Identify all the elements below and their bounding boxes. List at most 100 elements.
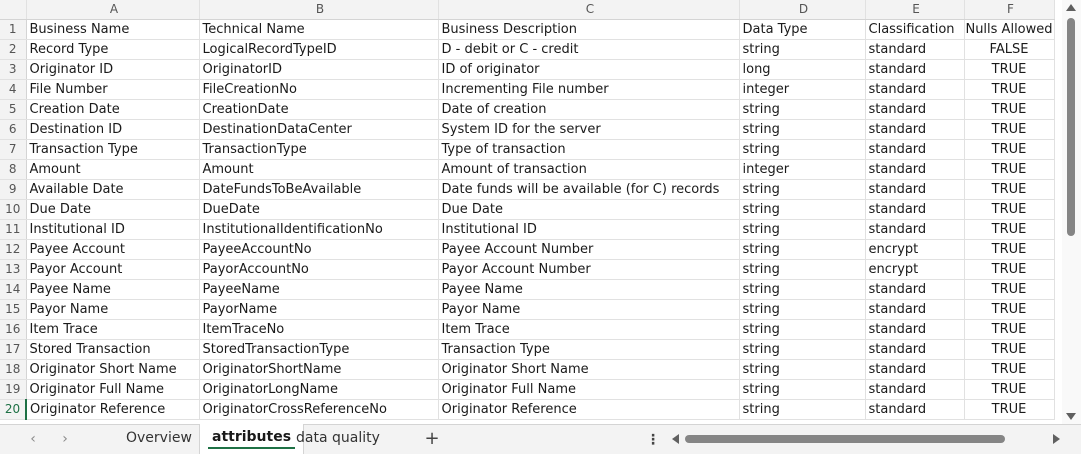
cell-b9[interactable]: DateFundsToBeAvailable xyxy=(199,179,439,200)
cell-a6[interactable]: Destination ID xyxy=(26,119,200,140)
cell-c15[interactable]: Payor Name xyxy=(438,299,740,320)
cell-c5[interactable]: Date of creation xyxy=(438,99,740,120)
cell-b3[interactable]: OriginatorID xyxy=(199,59,439,80)
cell-f18[interactable]: TRUE xyxy=(964,359,1055,380)
cell-d11[interactable]: string xyxy=(739,219,866,240)
cell-b14[interactable]: PayeeName xyxy=(199,279,439,300)
cell-b5[interactable]: CreationDate xyxy=(199,99,439,120)
column-header-e[interactable]: E xyxy=(865,0,965,20)
cell-c18[interactable]: Originator Short Name xyxy=(438,359,740,380)
cell-d3[interactable]: long xyxy=(739,59,866,80)
cell-c7[interactable]: Type of transaction xyxy=(438,139,740,160)
cell-f19[interactable]: TRUE xyxy=(964,379,1055,400)
tab-data-quality[interactable]: data quality xyxy=(284,425,392,454)
cell-f2[interactable]: FALSE xyxy=(964,39,1055,60)
cell-d7[interactable]: string xyxy=(739,139,866,160)
column-header-d[interactable]: D xyxy=(739,0,866,20)
cell-f9[interactable]: TRUE xyxy=(964,179,1055,200)
row-header[interactable]: 12 xyxy=(0,239,27,260)
row-header[interactable]: 2 xyxy=(0,39,27,60)
cell-a15[interactable]: Payor Name xyxy=(26,299,200,320)
scroll-left-icon[interactable] xyxy=(672,434,679,444)
row-header[interactable]: 3 xyxy=(0,59,27,80)
cell-a17[interactable]: Stored Transaction xyxy=(26,339,200,360)
cell-a19[interactable]: Originator Full Name xyxy=(26,379,200,400)
row-header[interactable]: 16 xyxy=(0,319,27,340)
cell-e12[interactable]: encrypt xyxy=(865,239,965,260)
row-header[interactable]: 4 xyxy=(0,79,27,100)
cell-e4[interactable]: standard xyxy=(865,79,965,100)
cell-d15[interactable]: string xyxy=(739,299,866,320)
cell-b4[interactable]: FileCreationNo xyxy=(199,79,439,100)
cell-c13[interactable]: Payor Account Number xyxy=(438,259,740,280)
horizontal-scrollbar[interactable] xyxy=(668,429,1064,449)
column-header-a[interactable]: A xyxy=(26,0,200,20)
cell-f20[interactable]: TRUE xyxy=(964,399,1055,420)
spreadsheet-grid[interactable]: ABCDEF 1 Business Name Technical Name Busin… xyxy=(0,0,1062,424)
horizontal-scroll-thumb[interactable] xyxy=(685,435,1005,443)
row-header[interactable]: 6 xyxy=(0,119,27,140)
cell-a9[interactable]: Available Date xyxy=(26,179,200,200)
cell-f4[interactable]: TRUE xyxy=(964,79,1055,100)
cell-b16[interactable]: ItemTraceNo xyxy=(199,319,439,340)
cell-d17[interactable]: string xyxy=(739,339,866,360)
cell-a20[interactable]: Originator Reference xyxy=(26,399,200,420)
row-header[interactable]: 8 xyxy=(0,159,27,180)
cell-f10[interactable]: TRUE xyxy=(964,199,1055,220)
cell-e6[interactable]: standard xyxy=(865,119,965,140)
cell-a7[interactable]: Transaction Type xyxy=(26,139,200,160)
cell-b2[interactable]: LogicalRecordTypeID xyxy=(199,39,439,60)
cell-e3[interactable]: standard xyxy=(865,59,965,80)
cell-a2[interactable]: Record Type xyxy=(26,39,200,60)
select-all-corner[interactable] xyxy=(0,0,27,20)
row-header[interactable]: 9 xyxy=(0,179,27,200)
column-header-b[interactable]: B xyxy=(199,0,439,20)
cell-d5[interactable]: string xyxy=(739,99,866,120)
cell-c14[interactable]: Payee Name xyxy=(438,279,740,300)
cell-c6[interactable]: System ID for the server xyxy=(438,119,740,140)
cell-e11[interactable]: standard xyxy=(865,219,965,240)
cell-c16[interactable]: Item Trace xyxy=(438,319,740,340)
cell-c3[interactable]: ID of originator xyxy=(438,59,740,80)
cell-f8[interactable]: TRUE xyxy=(964,159,1055,180)
cell-c4[interactable]: Incrementing File number xyxy=(438,79,740,100)
more-options-icon[interactable]: ⋮ xyxy=(646,429,660,451)
cell-a18[interactable]: Originator Short Name xyxy=(26,359,200,380)
cell-b13[interactable]: PayorAccountNo xyxy=(199,259,439,280)
cell-a8[interactable]: Amount xyxy=(26,159,200,180)
cell-a14[interactable]: Payee Name xyxy=(26,279,200,300)
cell-b17[interactable]: StoredTransactionType xyxy=(199,339,439,360)
cell-e10[interactable]: standard xyxy=(865,199,965,220)
row-header[interactable]: 14 xyxy=(0,279,27,300)
cell-b19[interactable]: OriginatorLongName xyxy=(199,379,439,400)
cell-f5[interactable]: TRUE xyxy=(964,99,1055,120)
cell-b10[interactable]: DueDate xyxy=(199,199,439,220)
cell-b11[interactable]: InstitutionalIdentificationNo xyxy=(199,219,439,240)
chevron-right-icon[interactable]: › xyxy=(56,430,74,448)
row-header[interactable]: 10 xyxy=(0,199,27,220)
cell-c11[interactable]: Institutional ID xyxy=(438,219,740,240)
cell-f12[interactable]: TRUE xyxy=(964,239,1055,260)
scroll-up-icon[interactable] xyxy=(1066,4,1076,11)
cell-e2[interactable]: standard xyxy=(865,39,965,60)
cell-c8[interactable]: Amount of transaction xyxy=(438,159,740,180)
cell-d1[interactable]: Data Type xyxy=(739,19,866,40)
row-header[interactable]: 7 xyxy=(0,139,27,160)
cell-c17[interactable]: Transaction Type xyxy=(438,339,740,360)
cell-d8[interactable]: integer xyxy=(739,159,866,180)
cell-d4[interactable]: integer xyxy=(739,79,866,100)
cell-d10[interactable]: string xyxy=(739,199,866,220)
row-header[interactable]: 15 xyxy=(0,299,27,320)
cell-f13[interactable]: TRUE xyxy=(964,259,1055,280)
cell-f11[interactable]: TRUE xyxy=(964,219,1055,240)
row-header[interactable]: 11 xyxy=(0,219,27,240)
cell-a10[interactable]: Due Date xyxy=(26,199,200,220)
row-header[interactable]: 19 xyxy=(0,379,27,400)
row-header[interactable]: 5 xyxy=(0,99,27,120)
row-header[interactable]: 1 xyxy=(0,19,27,40)
row-header[interactable]: 18 xyxy=(0,359,27,380)
cell-e8[interactable]: standard xyxy=(865,159,965,180)
cell-f15[interactable]: TRUE xyxy=(964,299,1055,320)
cell-e17[interactable]: standard xyxy=(865,339,965,360)
row-header[interactable]: 13 xyxy=(0,259,27,280)
